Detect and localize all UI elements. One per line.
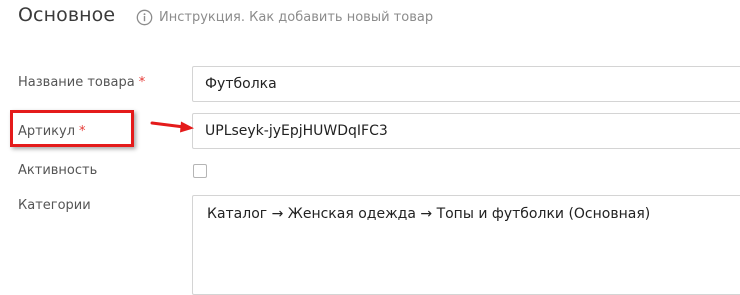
active-label: Активность (18, 163, 98, 178)
info-circle-icon (136, 9, 153, 26)
active-checkbox[interactable] (193, 164, 207, 178)
section-title: Основное (18, 4, 116, 26)
help-link[interactable]: Инструкция. Как добавить новый товар (136, 9, 433, 26)
categories-field[interactable]: Каталог → Женская одежда → Топы и футбол… (192, 195, 740, 295)
red-arrow-right-icon (150, 121, 194, 133)
help-link-text: Инструкция. Как добавить новый товар (159, 10, 434, 25)
product-name-label-text: Название товара (18, 75, 135, 90)
categories-value: Каталог → Женская одежда → Топы и футбол… (207, 206, 651, 222)
product-name-input[interactable]: Футболка (192, 66, 740, 102)
product-name-label: Название товара * (18, 75, 145, 90)
required-mark: * (138, 75, 146, 90)
sku-highlight-box (10, 110, 134, 147)
categories-label: Категории (18, 198, 91, 213)
product-name-value: Футболка (205, 76, 277, 92)
sku-input[interactable]: UPLseyk-jyEpjHUWDqIFC3 (192, 113, 740, 149)
sku-value: UPLseyk-jyEpjHUWDqIFC3 (205, 123, 388, 139)
